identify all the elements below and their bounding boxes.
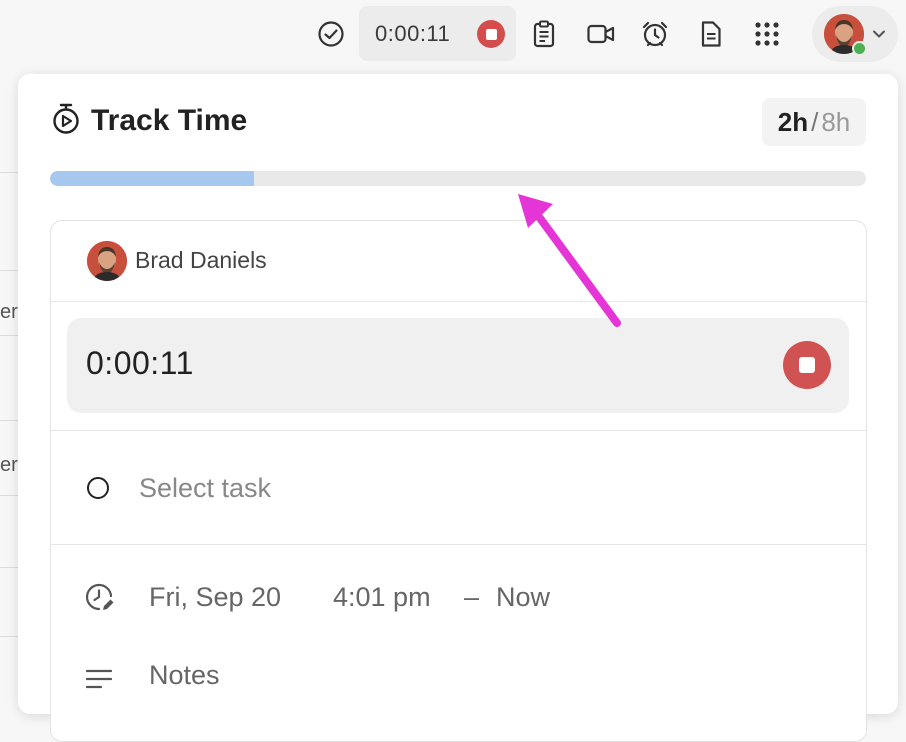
entry-date[interactable]: Fri, Sep 20	[149, 582, 281, 613]
avatar	[87, 241, 127, 281]
track-time-panel: Track Time 2h/8h Brad Daniels 0:00:11 Se…	[18, 74, 898, 742]
time-range-dash: –	[464, 582, 480, 612]
notes-label: Notes	[149, 660, 220, 690]
hours-badge: 2h/8h	[762, 98, 866, 146]
bg-divider	[0, 495, 18, 496]
bg-divider	[0, 172, 18, 173]
divider	[51, 430, 866, 431]
progress-fill	[50, 171, 254, 186]
top-toolbar: 0:00:11	[0, 0, 906, 70]
check-circle-icon[interactable]	[313, 16, 349, 52]
user-name: Brad Daniels	[135, 247, 267, 273]
user-menu-button[interactable]	[812, 6, 898, 62]
entry-start-time[interactable]: 4:01 pm	[333, 582, 431, 613]
hours-separator: /	[811, 107, 819, 137]
running-timer-value: 0:00:11	[86, 345, 194, 381]
select-task-field[interactable]: Select task	[51, 432, 866, 544]
apps-grid-icon[interactable]	[749, 16, 785, 52]
chevron-down-icon	[873, 30, 885, 38]
hours-tracked: 2h	[777, 107, 809, 137]
bg-divider	[0, 270, 18, 271]
stop-icon	[485, 28, 497, 40]
running-timer: 0:00:11	[67, 318, 849, 413]
entry-end-time[interactable]: Now	[496, 582, 550, 613]
bg-text-fragment: er	[0, 301, 18, 323]
panel-title: Track Time	[91, 104, 248, 137]
header-timer-value: 0:00:11	[375, 21, 451, 46]
divider	[51, 544, 866, 545]
bg-divider	[0, 636, 18, 637]
stopwatch-play-icon	[53, 103, 79, 134]
video-icon[interactable]	[583, 16, 619, 52]
bg-divider	[0, 335, 18, 336]
notes-lines-icon	[86, 669, 112, 689]
bg-divider	[0, 567, 18, 568]
document-icon[interactable]	[693, 16, 729, 52]
clipboard-icon[interactable]	[526, 16, 562, 52]
stop-icon	[799, 357, 815, 373]
user-row: Brad Daniels	[51, 221, 866, 302]
time-entry-card: Brad Daniels 0:00:11 Select task Fri, Se…	[50, 220, 867, 742]
header-timer[interactable]: 0:00:11	[359, 6, 516, 61]
bg-divider	[0, 420, 18, 421]
hours-goal: 8h	[821, 107, 851, 137]
time-range-row: Fri, Sep 20 4:01 pm – Now	[51, 546, 866, 646]
bg-text-fragment: er	[0, 454, 18, 476]
daily-progress-bar	[50, 171, 866, 186]
alarm-icon[interactable]	[637, 16, 673, 52]
presence-indicator	[852, 41, 867, 56]
stop-timer-button[interactable]	[783, 341, 831, 389]
task-status-circle-icon	[87, 477, 109, 499]
header-stop-button[interactable]	[477, 20, 505, 48]
clock-edit-icon	[85, 583, 114, 611]
select-task-placeholder: Select task	[139, 473, 272, 503]
